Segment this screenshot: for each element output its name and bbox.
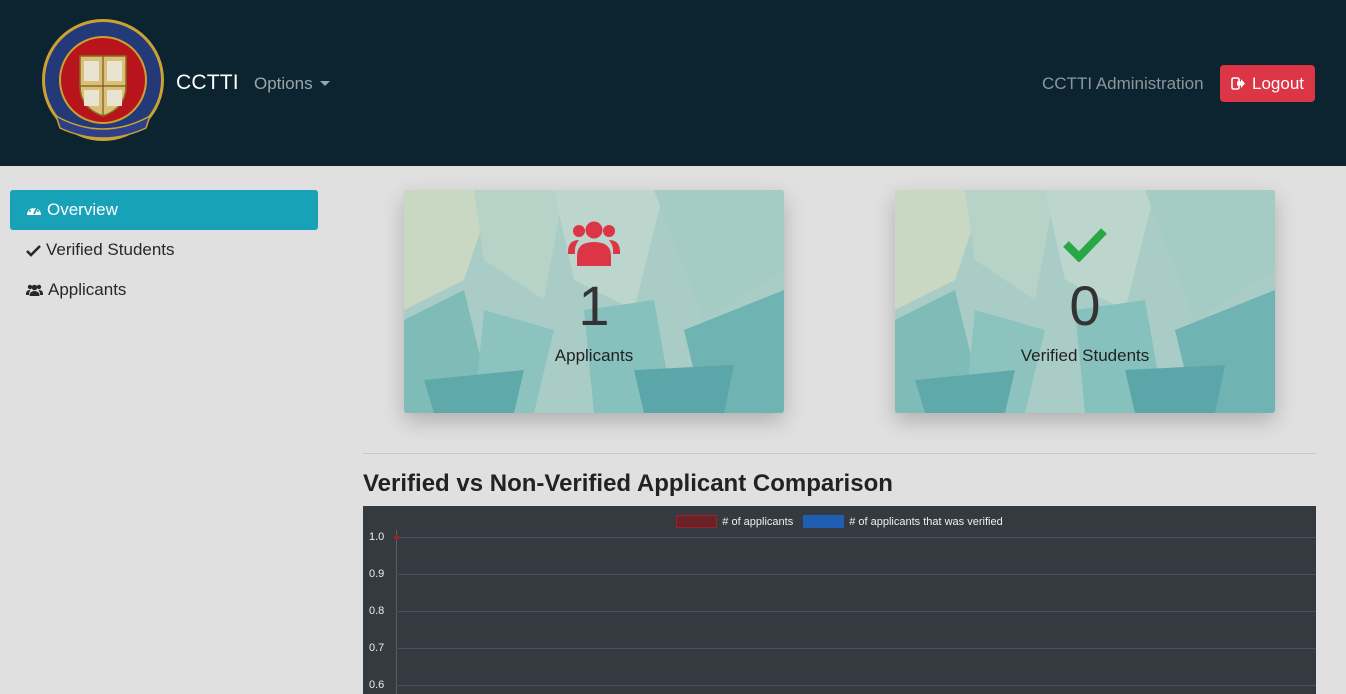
chart-legend: # of applicants # of applicants that was…: [363, 515, 1316, 528]
legend-swatch: [803, 515, 845, 528]
sign-out-icon: [1231, 77, 1245, 90]
sidebar-item-overview[interactable]: Overview: [10, 190, 318, 230]
y-tick-label: 0.6: [369, 679, 385, 691]
sidebar-item-label: Overview: [47, 200, 118, 219]
sidebar-item-applicants[interactable]: Applicants: [10, 270, 318, 310]
chart-gridline: [396, 685, 1316, 686]
chart-gridline: [396, 574, 1316, 575]
applicants-count: 1: [578, 274, 610, 337]
logout-button[interactable]: Logout: [1220, 65, 1315, 102]
logout-label: Logout: [1252, 73, 1304, 93]
verified-students-count: 0: [1069, 274, 1101, 337]
verified-students-card-label: Verified Students: [1020, 346, 1150, 365]
legend-item-applicants[interactable]: # of applicants: [676, 515, 793, 528]
verified-students-card[interactable]: 0 Verified Students: [895, 190, 1275, 413]
chart-gridline: [396, 648, 1316, 649]
y-tick-label: 0.8: [369, 605, 385, 617]
y-tick-label: 1.0: [369, 531, 385, 543]
caret-down-icon: [319, 81, 330, 86]
admin-link[interactable]: CCTTI Administration: [1042, 74, 1204, 94]
options-dropdown[interactable]: Options: [254, 74, 330, 94]
sidebar-item-label: Applicants: [48, 280, 127, 299]
section-divider: [363, 453, 1316, 454]
y-tick-label: 0.9: [369, 568, 385, 580]
brand-name[interactable]: CCTTI: [176, 71, 239, 95]
dashboard-icon: [27, 206, 41, 215]
sidebar-item-verified-students[interactable]: Verified Students: [10, 230, 318, 270]
top-navbar: CCTTI Options CCTTI Administration Logou…: [0, 0, 1346, 166]
section-title: Verified vs Non-Verified Applicant Compa…: [363, 470, 893, 497]
legend-label: # of applicants that was verified: [849, 515, 1003, 528]
y-axis: [396, 530, 397, 694]
comparison-chart[interactable]: # of applicants # of applicants that was…: [363, 506, 1316, 694]
applicants-card-label: Applicants: [554, 346, 634, 365]
legend-swatch: [676, 515, 718, 528]
check-icon: [26, 244, 41, 257]
chart-gridline: [396, 537, 1316, 538]
check-icon: [1063, 228, 1107, 262]
applicants-card[interactable]: 1 Applicants: [404, 190, 784, 413]
legend-label: # of applicants: [722, 515, 794, 528]
college-seal-logo[interactable]: [40, 16, 166, 144]
users-icon: [26, 284, 43, 296]
options-label: Options: [254, 74, 313, 93]
data-point-series-0[interactable]: [394, 535, 399, 540]
sidebar: Overview Verified Students Applicants: [10, 190, 318, 310]
sidebar-item-label: Verified Students: [46, 240, 175, 259]
y-tick-label: 0.7: [369, 642, 385, 654]
legend-item-verified[interactable]: # of applicants that was verified: [803, 515, 1003, 528]
users-icon: [568, 221, 620, 266]
chart-gridline: [396, 611, 1316, 612]
